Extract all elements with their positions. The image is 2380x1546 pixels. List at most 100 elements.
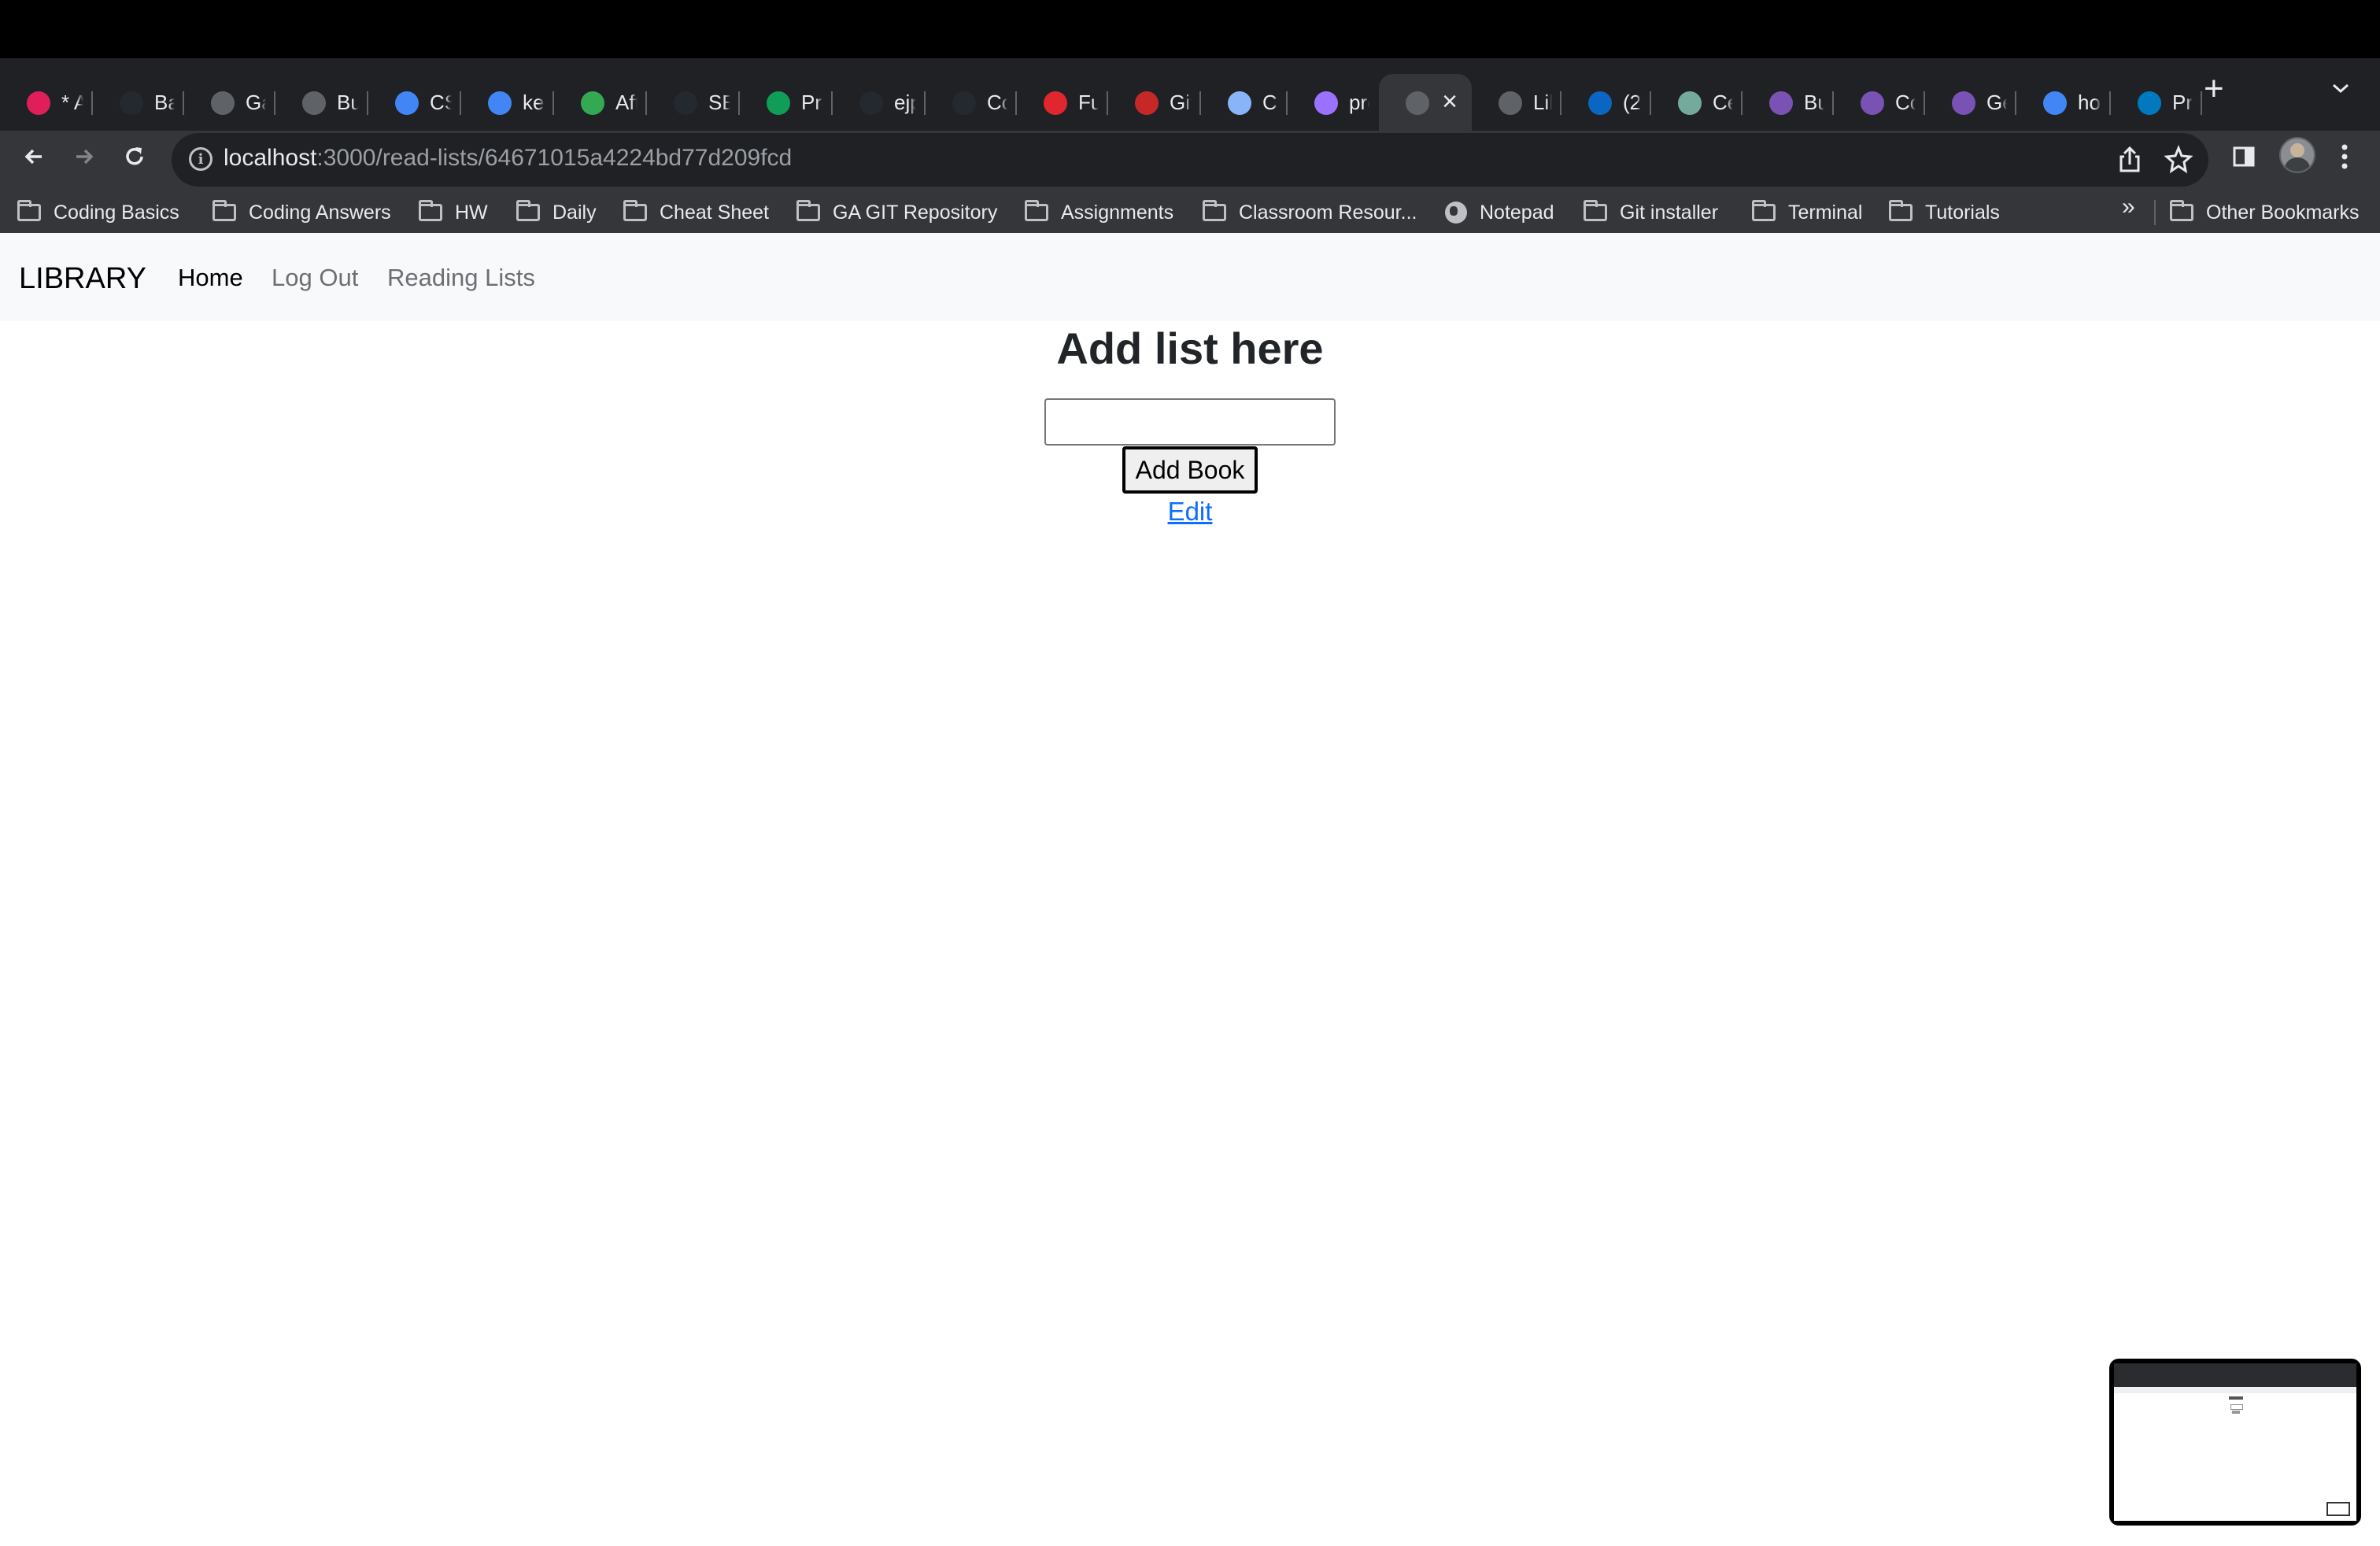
new-tab-button[interactable]: +: [2204, 69, 2224, 109]
github-icon: [120, 91, 143, 115]
browser-tab[interactable]: Aft: [554, 74, 647, 131]
thumbnail-navbar: [2114, 1387, 2356, 1393]
browser-tab[interactable]: SEI: [647, 74, 740, 131]
shield-icon: [1314, 91, 1338, 115]
bookmark-item[interactable]: Coding Basics: [17, 197, 179, 228]
tab-title: Clie: [1262, 91, 1278, 114]
bookmark-star-icon[interactable]: [2163, 144, 2194, 176]
thumbnail-button: [2232, 1411, 2240, 1414]
tab-bar: * A Bas Gal Bud CS key Aft SEI Pro ejp Cor Full Git C…: [0, 58, 2380, 131]
folder-icon: [623, 200, 647, 221]
browser-tab[interactable]: Cor: [926, 74, 1017, 131]
back-button[interactable]: [13, 135, 55, 178]
bookmark-label: Assignments: [1061, 201, 1174, 224]
thumbnail-input: [2230, 1404, 2243, 1410]
close-tab-icon[interactable]: ×: [1442, 87, 1458, 117]
browser-tab[interactable]: (2): [1561, 74, 1651, 131]
tab-title: Pro: [801, 91, 823, 114]
folder-icon: [1584, 200, 1607, 221]
globe-icon: [1445, 202, 1467, 224]
bookmark-item[interactable]: GA GIT Repository: [796, 197, 997, 228]
bookmark-item[interactable]: Classroom Resour...: [1203, 197, 1417, 228]
other-bookmarks[interactable]: Other Bookmarks: [2170, 197, 2360, 228]
forward-button[interactable]: [63, 135, 105, 178]
bookmark-item[interactable]: Assignments: [1025, 197, 1173, 228]
browser-tab[interactable]: Gal: [184, 74, 275, 131]
bookmark-item[interactable]: Notepad: [1445, 197, 1554, 228]
browser-tab[interactable]: key: [461, 74, 554, 131]
nav-link-reading-lists[interactable]: Reading Lists: [387, 264, 535, 292]
bookmark-item[interactable]: Coding Answers: [213, 197, 391, 228]
tab-title: Cor: [987, 91, 1007, 114]
browser-tab[interactable]: hov: [2016, 74, 2111, 131]
folder-icon: [1025, 200, 1048, 221]
tab-search-chevron-icon[interactable]: [2331, 79, 2350, 98]
thumbnail-chrome: [2114, 1363, 2356, 1387]
github-icon: [952, 91, 976, 115]
reload-button[interactable]: [113, 135, 156, 178]
other-bookmarks-label: Other Bookmarks: [2206, 201, 2360, 224]
browser-menu-button[interactable]: [2325, 135, 2364, 178]
tab-title: * A: [61, 91, 83, 114]
url-text[interactable]: localhost:3000/read-lists/64671015a4224b…: [224, 145, 792, 172]
browser-tab[interactable]: Full: [1017, 74, 1108, 131]
api-icon: [1228, 91, 1251, 115]
browser-tab[interactable]: Cer: [1651, 74, 1743, 131]
browser-tab[interactable]: Get: [1925, 74, 2016, 131]
nav-link-home[interactable]: Home: [178, 264, 243, 292]
bookmark-item[interactable]: Tutorials: [1889, 197, 2000, 228]
browser-tab[interactable]: Pro: [2111, 74, 2202, 131]
url-host: localhost: [224, 145, 317, 171]
folder-icon: [516, 200, 540, 221]
browser-tab[interactable]: Bud: [275, 74, 368, 131]
browser-tab[interactable]: ejp: [833, 74, 926, 131]
bookmark-item[interactable]: Terminal: [1752, 197, 1862, 228]
browser-tab[interactable]: Clie: [1201, 74, 1288, 131]
tab-title: Gal: [246, 91, 266, 114]
address-bar[interactable]: i localhost:3000/read-lists/64671015a422…: [172, 133, 2208, 187]
google-icon: [2043, 91, 2067, 115]
browser-tab[interactable]: Bas: [93, 74, 184, 131]
bookmark-label: Coding Basics: [54, 201, 179, 224]
tab-title: Aft: [615, 91, 638, 114]
bookmark-item[interactable]: Daily: [516, 197, 597, 228]
browser-tab[interactable]: CS: [368, 74, 461, 131]
browser-tab[interactable]: Git: [1108, 74, 1201, 131]
globe-icon: [211, 91, 235, 115]
profile-avatar[interactable]: [2279, 137, 2315, 173]
bookmark-label: Notepad: [1480, 201, 1554, 224]
tab-title: SEI: [708, 91, 730, 114]
browser-tab[interactable]: Col: [1834, 74, 1925, 131]
google-sheets-icon: [767, 91, 790, 115]
browser-tab[interactable]: Lib: [1472, 74, 1561, 131]
google-docs-icon: [395, 91, 419, 115]
browser-tab[interactable]: pro: [1288, 74, 1379, 131]
back-arrow-icon: [24, 149, 42, 165]
add-book-button[interactable]: Add Book: [1122, 446, 1258, 494]
thumbnail-image: [2114, 1363, 2356, 1521]
browser-tab[interactable]: ×: [1379, 74, 1472, 131]
linkedin-icon: [1588, 91, 1612, 115]
bookmark-item[interactable]: Cheat Sheet: [623, 197, 769, 228]
side-panel-button[interactable]: [2224, 135, 2264, 178]
site-info-icon[interactable]: i: [189, 147, 213, 171]
nav-link-log-out[interactable]: Log Out: [272, 264, 358, 292]
reload-icon: [126, 147, 143, 165]
browser-tab[interactable]: Pro: [740, 74, 833, 131]
tab-title: Col: [1895, 91, 1916, 114]
bookmarks-overflow-button[interactable]: »: [2122, 194, 2135, 220]
navbar-brand[interactable]: LIBRARY: [19, 262, 146, 296]
browser-tab[interactable]: * A: [0, 74, 93, 131]
share-icon[interactable]: [2114, 144, 2145, 176]
google-icon: [488, 91, 512, 115]
folder-icon: [419, 200, 442, 221]
edit-link[interactable]: Edit: [1168, 497, 1213, 526]
bookmark-item[interactable]: HW: [419, 197, 488, 228]
folder-icon: [1203, 200, 1226, 221]
screenshot-thumbnail-preview[interactable]: [2109, 1359, 2361, 1526]
browser-tab[interactable]: But: [1743, 74, 1834, 131]
bookmark-item[interactable]: Git installer: [1584, 197, 1718, 228]
tab-separator: [2201, 91, 2202, 115]
github-icon: [674, 91, 697, 115]
list-name-input[interactable]: [1044, 398, 1336, 446]
